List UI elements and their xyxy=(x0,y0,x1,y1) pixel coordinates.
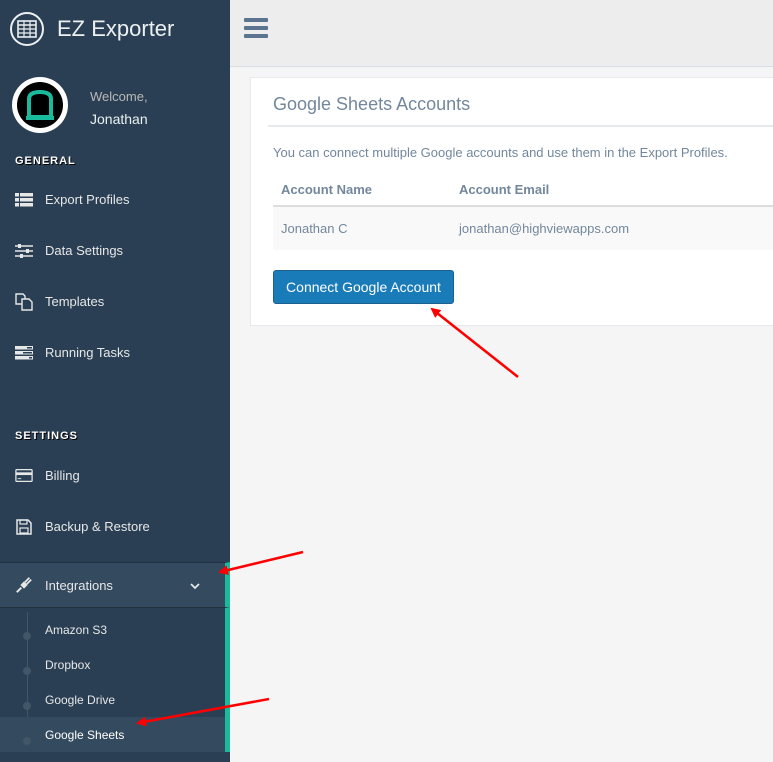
sub-item-label: Google Sheets xyxy=(45,727,125,742)
google-sheets-panel: Google Sheets Accounts You can connect m… xyxy=(250,77,773,326)
panel-description: You can connect multiple Google accounts… xyxy=(273,145,728,160)
save-icon xyxy=(15,518,33,536)
table-header: Account Name Account Email xyxy=(273,174,773,207)
avatar xyxy=(12,77,68,133)
brand[interactable]: EZ Exporter xyxy=(0,0,230,58)
panel-divider xyxy=(268,125,773,127)
nav-label: Integrations xyxy=(45,577,113,593)
nav-item-backup-restore[interactable]: Backup & Restore xyxy=(0,501,230,552)
nav-label: Data Settings xyxy=(45,243,124,258)
nav-label: Export Profiles xyxy=(45,192,130,207)
chevron-down-icon xyxy=(189,578,201,593)
plug-icon xyxy=(15,576,33,594)
panel-title: Google Sheets Accounts xyxy=(273,94,471,114)
top-nav xyxy=(230,0,773,67)
sub-item-google-sheets[interactable]: Google Sheets xyxy=(0,717,225,752)
nav-item-data-settings[interactable]: Data Settings xyxy=(0,225,230,276)
accounts-table: Account Name Account Email Jonathan C jo… xyxy=(273,174,773,250)
table-row: Jonathan C jonathan@highviewapps.com xyxy=(273,207,773,250)
nav-label: Billing xyxy=(45,468,80,483)
sub-item-label: Google Drive xyxy=(45,692,116,707)
arrow-to-integrations xyxy=(218,550,304,575)
credit-card-icon xyxy=(15,467,33,485)
nav-item-billing[interactable]: Billing xyxy=(0,450,230,501)
tasks-icon xyxy=(15,344,33,362)
cell-account-email: jonathan@highviewapps.com xyxy=(459,221,630,236)
profile-block: Welcome, Jonathan xyxy=(0,58,230,153)
column-header-account-name: Account Name xyxy=(281,182,373,197)
user-name: Jonathan xyxy=(90,111,148,127)
welcome-text: Welcome, xyxy=(90,89,148,104)
nav-label: Templates xyxy=(45,294,105,309)
nav-label: Backup & Restore xyxy=(45,519,150,534)
sub-item-google-drive[interactable]: Google Drive xyxy=(0,682,225,717)
sub-item-label: Amazon S3 xyxy=(45,622,108,637)
app-title: EZ Exporter xyxy=(57,16,175,41)
sub-item-label: Dropbox xyxy=(45,657,91,672)
nav-item-running-tasks[interactable]: Running Tasks xyxy=(0,327,230,378)
sidebar: EZ Exporter Welcome, Jonathan GENERAL Ex… xyxy=(0,0,230,762)
nav-label: Running Tasks xyxy=(45,345,131,360)
nav-item-export-profiles[interactable]: Export Profiles xyxy=(0,174,230,225)
cell-account-name: Jonathan C xyxy=(281,221,348,236)
list-icon xyxy=(15,191,33,209)
section-title-general: GENERAL xyxy=(15,155,76,167)
integrations-submenu: Amazon S3 Dropbox Google Drive Google Sh… xyxy=(0,608,230,752)
connect-google-account-button[interactable]: Connect Google Account xyxy=(273,270,454,304)
copy-icon xyxy=(15,292,33,311)
nav-item-templates[interactable]: Templates xyxy=(0,276,230,327)
table-icon xyxy=(10,12,44,46)
sub-item-dropbox[interactable]: Dropbox xyxy=(0,647,225,682)
sliders-icon xyxy=(15,242,33,260)
column-header-account-email: Account Email xyxy=(459,182,550,197)
nav-item-integrations[interactable]: Integrations xyxy=(0,562,230,608)
section-title-settings: SETTINGS xyxy=(15,430,79,442)
menu-toggle-icon[interactable] xyxy=(244,18,268,38)
sub-item-amazon-s3[interactable]: Amazon S3 xyxy=(0,612,225,647)
